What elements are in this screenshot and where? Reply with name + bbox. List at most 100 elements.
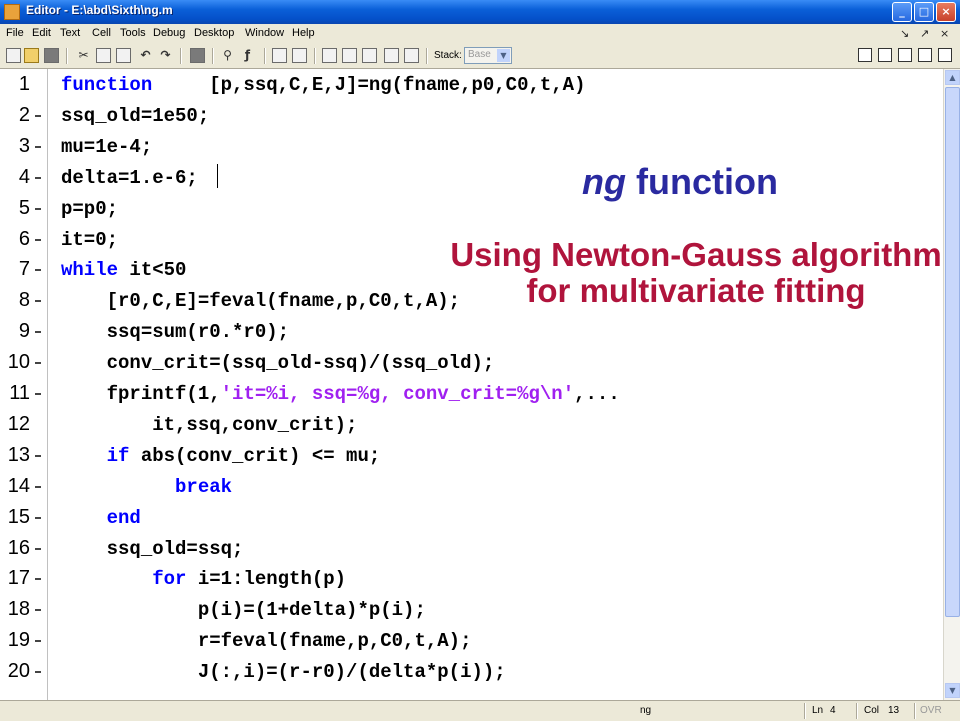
code-line[interactable]: mu=1e-4; [61, 136, 152, 158]
code-text: i=1:length(p) [186, 568, 347, 591]
code-line[interactable]: ssq_old=ssq; [61, 538, 244, 560]
left-right-layout-icon[interactable] [878, 48, 892, 62]
executable-line-marker[interactable] [35, 547, 41, 550]
step-out-icon[interactable] [362, 48, 377, 63]
menu-window[interactable]: Window [245, 27, 284, 39]
executable-line-marker[interactable] [35, 454, 41, 457]
line-number: 10 [7, 351, 30, 374]
new-file-icon[interactable] [6, 48, 21, 63]
code-text: conv_crit=(ssq_old-ssq)/(ssq_old); [61, 352, 495, 375]
line-number: 1 [18, 73, 30, 95]
undo-icon[interactable]: ↶ [138, 48, 153, 63]
code-line[interactable]: r=feval(fname,p,C0,t,A); [61, 630, 472, 652]
executable-line-marker[interactable] [35, 640, 41, 643]
print-icon[interactable] [190, 48, 205, 63]
line-number: 3 [18, 134, 30, 157]
executable-line-marker[interactable] [35, 269, 41, 272]
executable-line-marker[interactable] [35, 609, 41, 612]
menu-text[interactable]: Text [60, 27, 80, 39]
code-line[interactable]: ssq_old=1e50; [61, 105, 209, 127]
open-folder-icon[interactable] [24, 48, 39, 63]
code-line[interactable]: end [61, 507, 141, 529]
undock-icon[interactable]: ↘ [900, 27, 909, 40]
code-keyword: break [175, 475, 233, 498]
find-icon[interactable]: ⚲ [220, 48, 235, 63]
code-line[interactable]: break [61, 476, 232, 498]
code-line[interactable]: delta=1.e-6; [61, 167, 198, 189]
code-line[interactable]: [r0,C,E]=feval(fname,p,C0,t,A); [61, 290, 460, 312]
cut-icon[interactable]: ✂ [76, 48, 91, 63]
top-bottom-layout-icon[interactable] [898, 48, 912, 62]
code-keyword: function [61, 74, 153, 96]
close-button[interactable]: × [936, 2, 956, 22]
maximize-button[interactable]: □ [914, 2, 934, 22]
save-icon[interactable] [44, 48, 59, 63]
code-line[interactable]: it=0; [61, 229, 118, 251]
vertical-scrollbar[interactable]: ▲ ▼ [943, 69, 960, 700]
menu-desktop[interactable]: Desktop [194, 27, 234, 39]
executable-line-marker[interactable] [35, 145, 41, 148]
executable-line-marker[interactable] [35, 516, 41, 519]
tile-layout-icon[interactable] [858, 48, 872, 62]
function-icon[interactable]: ƒ [240, 48, 255, 63]
code-text: it=0; [61, 228, 119, 251]
code-line[interactable]: while it<50 [61, 259, 186, 281]
scrollbar-thumb[interactable] [945, 87, 960, 617]
menu-tools[interactable]: Tools [120, 27, 146, 39]
menu-help[interactable]: Help [292, 27, 315, 39]
code-line[interactable]: p=p0; [61, 198, 118, 220]
step-in-icon[interactable] [342, 48, 357, 63]
set-breakpoint-icon[interactable] [272, 48, 287, 63]
executable-line-marker[interactable] [35, 331, 41, 334]
code-line[interactable]: for i=1:length(p) [61, 568, 346, 590]
code-line[interactable]: J(:,i)=(r-r0)/(delta*p(i)); [61, 661, 506, 683]
executable-line-marker[interactable] [35, 578, 41, 581]
code-line[interactable]: fprintf(1,'it=%i, ssq=%g, conv_crit=%g\n… [61, 383, 620, 405]
code-line[interactable]: ssq=sum(r0.*r0); [61, 321, 289, 343]
status-separator [914, 703, 916, 719]
paste-icon[interactable] [116, 48, 131, 63]
minimize-button[interactable]: _ [892, 2, 912, 22]
code-line[interactable]: p(i)=(1+delta)*p(i); [61, 599, 426, 621]
float-layout-icon[interactable] [918, 48, 932, 62]
exit-debug-icon[interactable] [404, 48, 419, 63]
chevron-down-icon: ▼ [497, 49, 510, 62]
scroll-up-icon[interactable]: ▲ [945, 70, 960, 85]
executable-line-marker[interactable] [35, 300, 41, 303]
line-number: 14 [7, 474, 30, 497]
code-line[interactable]: function [p,ssq,C,E,J]=ng(fname,p0,C0,t,… [61, 74, 586, 96]
code-line[interactable]: it,ssq,conv_crit); [61, 414, 357, 436]
executable-line-marker[interactable] [35, 393, 41, 395]
line-number: 20 [7, 660, 30, 683]
redo-icon[interactable]: ↷ [158, 48, 173, 63]
menu-edit[interactable]: Edit [32, 27, 51, 39]
maximize-layout-icon[interactable] [938, 48, 952, 62]
menu-file[interactable]: File [6, 27, 24, 39]
menu-debug[interactable]: Debug [153, 27, 185, 39]
executable-line-marker[interactable] [35, 485, 41, 488]
code-line[interactable]: conv_crit=(ssq_old-ssq)/(ssq_old); [61, 352, 495, 375]
executable-line-marker[interactable] [35, 671, 41, 674]
status-ovr: OVR [920, 705, 942, 716]
code-keyword: if [106, 444, 130, 467]
close-document-icon[interactable]: × [940, 27, 949, 40]
executable-line-marker[interactable] [35, 176, 41, 179]
dock-icon[interactable]: ↗ [920, 27, 929, 40]
scroll-down-icon[interactable]: ▼ [945, 683, 960, 698]
window-titlebar[interactable]: Editor - E:\abd\Sixth\ng.m _ □ × [0, 0, 960, 24]
executable-line-marker[interactable] [35, 207, 41, 210]
copy-icon[interactable] [96, 48, 111, 63]
executable-line-marker[interactable] [35, 114, 41, 117]
clear-breakpoints-icon[interactable] [292, 48, 307, 63]
continue-icon[interactable] [384, 48, 399, 63]
stack-dropdown[interactable]: Base ▼ [464, 47, 512, 64]
step-icon[interactable] [322, 48, 337, 63]
code-line[interactable]: if abs(conv_crit) <= mu; [61, 444, 381, 467]
executable-line-marker[interactable] [35, 238, 41, 241]
toolbar-separator [426, 48, 428, 64]
code-editor[interactable]: 1 2 3 4 5 6 7 8 9 10 11 12 13 14 15 16 17 18 19 20 function… [0, 69, 943, 700]
menu-cell[interactable]: Cell [92, 27, 111, 39]
executable-line-marker[interactable] [35, 362, 41, 365]
